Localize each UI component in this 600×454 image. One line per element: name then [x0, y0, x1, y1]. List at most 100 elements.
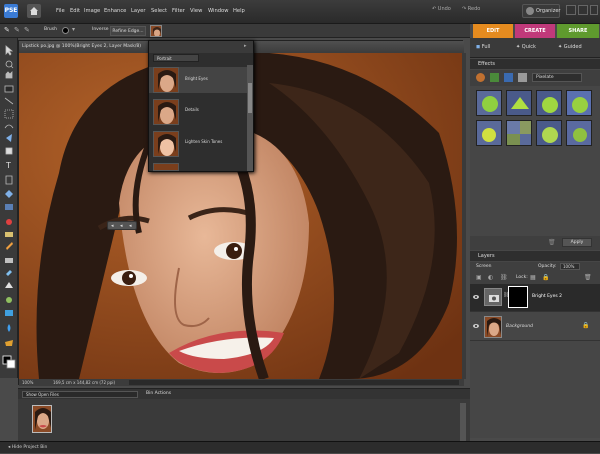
- layer-name[interactable]: Bright Eyes 2: [532, 294, 562, 299]
- tab-create[interactable]: CREATE: [515, 24, 555, 38]
- tab-edit[interactable]: EDIT: [473, 24, 513, 38]
- organizer-button[interactable]: Organizer: [522, 4, 560, 18]
- close-icon[interactable]: ▸: [244, 43, 247, 49]
- subtract-selection-icon[interactable]: ✎: [24, 26, 30, 34]
- show-all-icon[interactable]: [518, 73, 527, 82]
- tab-full[interactable]: ◼ Full: [476, 44, 490, 50]
- photo-effects-icon[interactable]: [504, 73, 513, 82]
- home-button[interactable]: [27, 4, 41, 18]
- zoom-level[interactable]: 100%: [22, 379, 33, 386]
- tab-quick[interactable]: ✦ Quick: [516, 44, 536, 50]
- effects-toolbar: Pixelate: [470, 70, 600, 86]
- lock-pixels-icon[interactable]: ▦: [530, 274, 536, 281]
- menu-edit[interactable]: Edit: [70, 8, 80, 14]
- filters-icon[interactable]: [476, 73, 485, 82]
- lock-icon: 🔒: [582, 322, 590, 329]
- tab-guided-label: Guided: [563, 44, 582, 50]
- effect-thumb[interactable]: [536, 90, 562, 116]
- trash-icon[interactable]: 🗑: [548, 239, 556, 246]
- preset-thumb-partial[interactable]: [153, 163, 179, 171]
- effects-category-select[interactable]: Pixelate: [532, 73, 582, 82]
- menu-enhance[interactable]: Enhance: [104, 8, 126, 14]
- adjustment-layer-icon[interactable]: ◐: [488, 274, 493, 281]
- opacity-input[interactable]: 100%: [560, 263, 580, 270]
- blend-mode-select[interactable]: Screen: [476, 264, 491, 269]
- new-layer-icon[interactable]: ▣: [476, 274, 482, 281]
- maximize-button[interactable]: [578, 5, 588, 15]
- menu-select[interactable]: Select: [151, 8, 167, 14]
- menu-file[interactable]: File: [56, 8, 65, 14]
- project-bin: Show Open Files Bin Actions: [18, 388, 470, 443]
- brush-size-picker[interactable]: [62, 27, 69, 34]
- popup-scrollbar[interactable]: [247, 65, 253, 171]
- vertical-scrollbar[interactable]: [462, 53, 466, 379]
- preset-label[interactable]: Bright Eyes: [185, 76, 208, 81]
- lock-label: Lock:: [516, 275, 528, 280]
- document-dimensions: 169,5 cm x 144,82 cm (72 ppi): [53, 380, 116, 385]
- redo-button[interactable]: ↷ Redo: [462, 6, 480, 12]
- layer-row[interactable]: ⛓ Bright Eyes 2: [470, 284, 600, 312]
- tool-options-bar: ✎ ✎ ✎ Brush ▾ Inverse Refine Edge...: [0, 24, 470, 38]
- preset-thumb-bright-eyes[interactable]: [153, 67, 179, 93]
- bin-thumbnail[interactable]: [32, 405, 52, 433]
- delete-layer-icon[interactable]: 🗑: [584, 274, 592, 281]
- minimize-button[interactable]: [566, 5, 576, 15]
- effect-thumb[interactable]: [506, 120, 532, 146]
- tab-share[interactable]: SHARE: [557, 24, 599, 38]
- lock-all-icon[interactable]: 🔒: [542, 274, 549, 281]
- bin-show-select[interactable]: Show Open Files: [22, 391, 138, 398]
- bin-scrollbar[interactable]: [460, 403, 466, 441]
- app-logo: PSE: [4, 4, 18, 18]
- layer-name[interactable]: Background: [506, 324, 533, 329]
- layer-mask-thumb[interactable]: [508, 286, 528, 308]
- hide-project-bin-toggle[interactable]: ◂ Hide Project Bin: [8, 445, 47, 450]
- pin-icon: ◂: [120, 223, 123, 229]
- menu-layer[interactable]: Layer: [131, 8, 145, 14]
- undo-button[interactable]: ↶ Undo: [432, 6, 451, 12]
- menu-image[interactable]: Image: [84, 8, 100, 14]
- background-thumb: [484, 316, 502, 338]
- toolbox: T: [0, 38, 18, 378]
- preset-label[interactable]: Details: [185, 107, 199, 112]
- menu-view[interactable]: View: [190, 8, 202, 14]
- horizontal-scrollbar[interactable]: [129, 380, 459, 385]
- menu-help[interactable]: Help: [233, 8, 245, 14]
- layer-styles-icon[interactable]: [490, 73, 499, 82]
- refine-edge-button[interactable]: Refine Edge...: [110, 26, 146, 36]
- apply-button[interactable]: Apply: [562, 238, 592, 247]
- edit-sub-tabs: ◼ Full ✦ Quick ✦ Guided: [470, 38, 600, 58]
- brush-tool-icon[interactable]: ✎: [4, 26, 10, 34]
- eye-icon[interactable]: [473, 323, 479, 329]
- effect-thumb[interactable]: [536, 120, 562, 146]
- popup-header: ▸: [149, 41, 253, 53]
- preset-label[interactable]: Lighten Skin Tones: [185, 139, 222, 144]
- document-status-bar: 100% 169,5 cm x 144,82 cm (72 ppi): [19, 379, 464, 386]
- effect-thumb[interactable]: [476, 90, 502, 116]
- menu-filter[interactable]: Filter: [172, 8, 185, 14]
- effect-thumb[interactable]: [506, 90, 532, 116]
- floating-tool-widget[interactable]: ◂ ◂ ◂: [107, 221, 137, 230]
- layer-row[interactable]: Background 🔒: [470, 313, 600, 341]
- close-button[interactable]: [590, 5, 598, 15]
- effect-thumb[interactable]: [566, 120, 592, 146]
- preset-thumb-lighten-skin[interactable]: [153, 131, 179, 157]
- eye-icon[interactable]: [473, 294, 479, 300]
- effect-thumb[interactable]: [566, 90, 592, 116]
- tab-guided[interactable]: ✦ Guided: [558, 44, 582, 50]
- effects-header-label: Effects: [478, 61, 495, 67]
- inverse-checkbox[interactable]: Inverse: [92, 27, 109, 32]
- scroll-thumb[interactable]: [248, 83, 252, 113]
- link-icon[interactable]: ⛓: [500, 274, 508, 281]
- bin-actions-menu[interactable]: Bin Actions: [146, 391, 171, 396]
- hide-project-bin-label: Hide Project Bin: [11, 445, 48, 450]
- layers-panel-header[interactable]: Layers: [470, 251, 600, 261]
- layers-options: Screen Opacity: 100% ▣ ◐ ⛓ Lock: ▦ 🔒 🗑: [470, 262, 600, 284]
- effect-thumb[interactable]: [476, 120, 502, 146]
- new-selection-icon[interactable]: ✎: [14, 26, 20, 34]
- effect-preview-thumbnail[interactable]: [150, 25, 162, 37]
- chevron-down-icon[interactable]: ▾: [72, 26, 75, 33]
- effects-panel-header[interactable]: Effects: [470, 59, 600, 69]
- preset-category-select[interactable]: Portrait: [153, 54, 199, 62]
- preset-thumb-details[interactable]: [153, 99, 179, 125]
- menu-window[interactable]: Window: [208, 8, 228, 14]
